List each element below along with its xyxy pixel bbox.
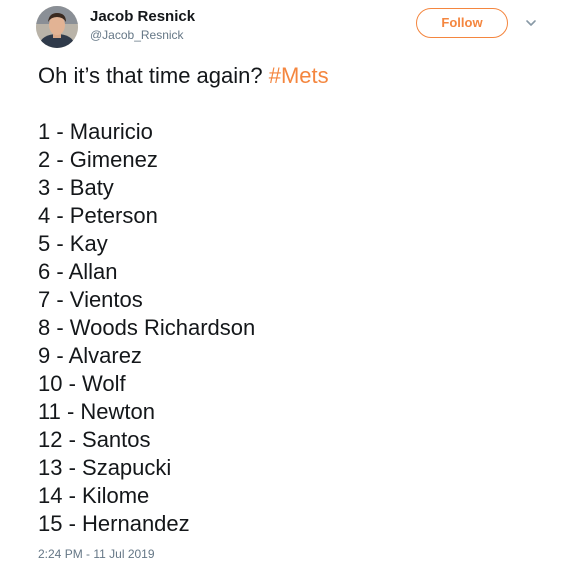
avatar[interactable] (36, 6, 78, 48)
lineup-item: 1 - Mauricio (38, 119, 153, 144)
lineup-item: 5 - Kay (38, 231, 108, 256)
tweet-timestamp[interactable]: 2:24 PM - 11 Jul 2019 (38, 546, 155, 562)
lineup-item: 10 - Wolf (38, 371, 126, 396)
tweet-text-prefix: Oh it’s that time again? (38, 63, 269, 88)
author-handle[interactable]: @Jacob_Resnick (90, 27, 184, 43)
lineup-item: 8 - Woods Richardson (38, 315, 256, 340)
hashtag-link[interactable]: #Mets (269, 63, 329, 88)
lineup-item: 3 - Baty (38, 175, 114, 200)
follow-button[interactable]: Follow (416, 8, 508, 38)
tweet-text: Oh it’s that time again? #Mets (38, 62, 558, 90)
lineup-item: 11 - Newton (38, 399, 155, 424)
user-avatar (36, 6, 78, 48)
chevron-down-icon[interactable] (522, 14, 540, 32)
lineup-item: 12 - Santos (38, 427, 151, 452)
lineup-item: 14 - Kilome (38, 483, 150, 508)
lineup-item: 6 - Allan (38, 259, 118, 284)
lineup-list: 1 - Mauricio 2 - Gimenez 3 - Baty 4 - Peter… (38, 118, 255, 538)
lineup-item: 15 - Hernandez (38, 511, 190, 536)
lineup-item: 13 - Szapucki (38, 455, 172, 480)
lineup-item: 2 - Gimenez (38, 147, 158, 172)
lineup-item: 9 - Alvarez (38, 343, 142, 368)
lineup-item: 7 - Vientos (38, 287, 143, 312)
lineup-item: 4 - Peterson (38, 203, 158, 228)
author-display-name[interactable]: Jacob Resnick (90, 8, 195, 26)
